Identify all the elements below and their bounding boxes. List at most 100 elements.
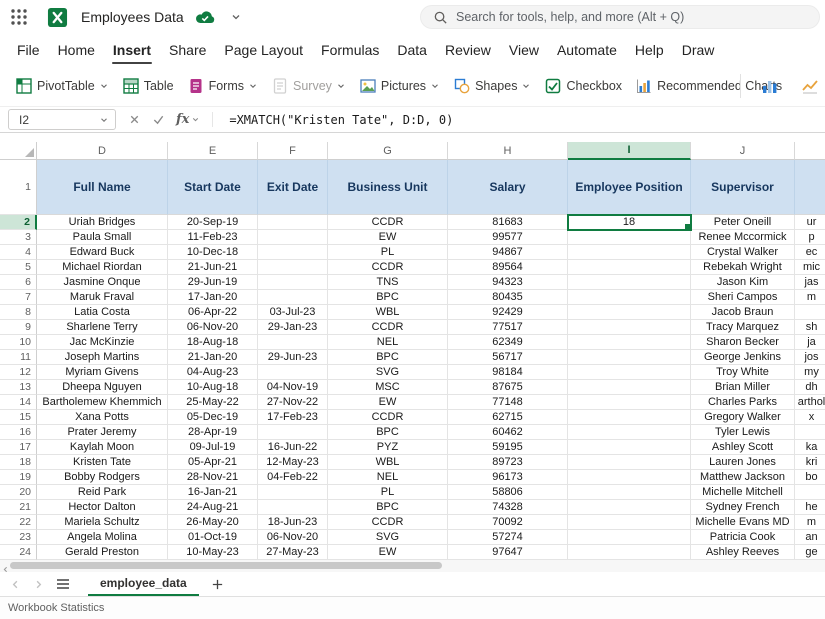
cell[interactable]: m [795,290,825,305]
cell[interactable]: p [795,230,825,245]
title-chevron-down-icon[interactable] [230,11,242,23]
cell[interactable]: TNS [328,275,448,290]
cell[interactable] [258,275,328,290]
cell[interactable]: Ashley Scott [691,440,795,455]
cell[interactable]: Sharlene Terry [37,320,168,335]
cell[interactable]: PL [328,485,448,500]
row-header[interactable]: 10 [0,335,37,350]
cell[interactable]: Peter Oneill [691,215,795,230]
cell[interactable]: WBL [328,305,448,320]
cell[interactable]: 77148 [448,395,568,410]
cell[interactable] [258,500,328,515]
cell[interactable]: m [795,515,825,530]
cell[interactable]: PYZ [328,440,448,455]
cell[interactable]: ge [795,545,825,560]
column-header[interactable]: E [168,142,258,160]
cell[interactable]: 62715 [448,410,568,425]
cell[interactable]: 24-Aug-21 [168,500,258,515]
cell[interactable]: 10-Dec-18 [168,245,258,260]
cell[interactable]: 87675 [448,380,568,395]
cell[interactable]: 16-Jan-21 [168,485,258,500]
row-header[interactable]: 11 [0,350,37,365]
cell[interactable]: 21-Jan-20 [168,350,258,365]
cell[interactable] [568,275,691,290]
column-header[interactable]: F [258,142,328,160]
cell[interactable] [258,245,328,260]
cell[interactable] [568,290,691,305]
cell[interactable]: he [795,500,825,515]
cell[interactable] [258,215,328,230]
formula-input[interactable] [225,113,825,127]
cell[interactable]: Paula Small [37,230,168,245]
cell[interactable]: 17-Feb-23 [258,410,328,425]
cell[interactable]: Michelle Mitchell [691,485,795,500]
cell[interactable]: 97647 [448,545,568,560]
cell[interactable] [568,380,691,395]
cell[interactable]: BPC [328,500,448,515]
cell[interactable]: Latia Costa [37,305,168,320]
cell[interactable] [568,515,691,530]
cell[interactable]: 59195 [448,440,568,455]
column-chart-icon[interactable] [757,73,783,99]
cell[interactable]: Edward Buck [37,245,168,260]
workbook-statistics-button[interactable]: Workbook Statistics [8,602,104,614]
cell[interactable]: 06-Apr-22 [168,305,258,320]
cell[interactable]: Tracy Marquez [691,320,795,335]
header-cell[interactable]: Salary [448,160,568,215]
cell[interactable]: Prater Jeremy [37,425,168,440]
insert-function-icon[interactable]: fx [176,112,200,127]
all-sheets-menu-icon[interactable] [56,578,70,590]
cell[interactable]: CCDR [328,410,448,425]
cell[interactable]: 11-Feb-23 [168,230,258,245]
cell[interactable]: Patricia Cook [691,530,795,545]
header-cell[interactable]: Business Unit [328,160,448,215]
row-header[interactable]: 17 [0,440,37,455]
row-header[interactable]: 7 [0,290,37,305]
enter-check-icon[interactable] [152,113,165,126]
cell[interactable]: 10-Aug-18 [168,380,258,395]
cell[interactable]: 57274 [448,530,568,545]
column-header[interactable]: I [568,142,691,160]
cell[interactable] [258,485,328,500]
menu-tab-automate[interactable]: Automate [548,37,626,63]
cell[interactable] [568,455,691,470]
cell[interactable]: 74328 [448,500,568,515]
cell[interactable]: Bobby Rodgers [37,470,168,485]
menu-tab-insert[interactable]: Insert [104,37,160,63]
cell[interactable]: ka [795,440,825,455]
app-launcher-icon[interactable] [10,8,28,26]
document-title[interactable]: Employees Data [81,9,184,25]
row-header[interactable]: 18 [0,455,37,470]
cell[interactable]: 04-Feb-22 [258,470,328,485]
cell[interactable] [258,335,328,350]
cell[interactable] [568,260,691,275]
cell[interactable]: 29-Jun-19 [168,275,258,290]
row-header[interactable]: 3 [0,230,37,245]
cell[interactable]: 26-May-20 [168,515,258,530]
cell[interactable]: Michael Riordan [37,260,168,275]
cell[interactable]: 05-Dec-19 [168,410,258,425]
menu-tab-draw[interactable]: Draw [673,37,724,63]
cell[interactable]: dh [795,380,825,395]
cell[interactable]: ec [795,245,825,260]
cell[interactable]: 77517 [448,320,568,335]
cell[interactable]: 03-Jul-23 [258,305,328,320]
menu-tab-share[interactable]: Share [160,37,215,63]
cell[interactable]: 28-Nov-21 [168,470,258,485]
cell[interactable] [795,305,825,320]
cell[interactable]: Crystal Walker [691,245,795,260]
menu-tab-formulas[interactable]: Formulas [312,37,388,63]
cell[interactable]: bo [795,470,825,485]
cell[interactable] [568,425,691,440]
cell[interactable]: Kristen Tate [37,455,168,470]
cell[interactable] [795,425,825,440]
cell[interactable]: 01-Oct-19 [168,530,258,545]
column-header[interactable]: H [448,142,568,160]
cell[interactable]: 27-May-23 [258,545,328,560]
checkbox-button[interactable]: Checkbox [539,73,628,99]
cell[interactable]: CCDR [328,260,448,275]
cell[interactable] [258,365,328,380]
cell[interactable]: SVG [328,365,448,380]
cell[interactable] [568,410,691,425]
cell[interactable]: Gregory Walker [691,410,795,425]
